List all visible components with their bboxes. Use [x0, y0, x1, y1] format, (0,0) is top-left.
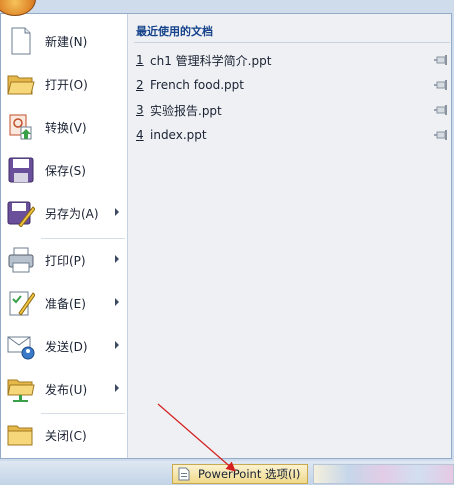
- save-disk-icon: [7, 156, 35, 184]
- recent-documents-pane: 最近使用的文档 1 ch1 管理科学简介.ppt 2 French food.p…: [128, 14, 451, 458]
- recent-document-item[interactable]: 4 index.ppt: [134, 124, 450, 146]
- pin-icon[interactable]: [434, 104, 448, 116]
- submenu-arrow-icon: [115, 208, 119, 216]
- pin-icon[interactable]: [434, 79, 448, 91]
- menu-item-send[interactable]: 发送(D): [1, 325, 127, 367]
- file-commands-menu: 新建(N) 打开(O) 转换(V) 保存(S) 另存为(A) 打印(P) 准备(…: [1, 14, 128, 458]
- recent-document-name: 实验报告.ppt: [150, 103, 222, 118]
- recent-document-number: 1: [136, 53, 144, 67]
- menu-item-label: 转换(V): [45, 120, 87, 135]
- submenu-arrow-icon: [115, 384, 119, 392]
- exit-powerpoint-button[interactable]: [313, 464, 454, 484]
- close-folder-icon: [7, 421, 35, 449]
- submenu-arrow-icon: [115, 298, 119, 306]
- menu-item-label: 发布(U): [45, 382, 88, 397]
- menu-item-label: 另存为(A): [45, 206, 99, 221]
- recent-document-number: 4: [136, 128, 144, 142]
- office-menu-panel: 新建(N) 打开(O) 转换(V) 保存(S) 另存为(A) 打印(P) 准备(…: [0, 13, 452, 459]
- menu-item-prepare[interactable]: 准备(E): [1, 282, 127, 324]
- recent-document-item[interactable]: 2 French food.ppt: [134, 74, 450, 96]
- menu-item-label: 打开(O): [45, 77, 88, 92]
- menu-item-close[interactable]: 关闭(C): [1, 414, 127, 456]
- header-divider: [134, 42, 450, 43]
- recent-document-item[interactable]: 1 ch1 管理科学简介.ppt: [134, 49, 450, 71]
- powerpoint-options-label: PowerPoint 选项(I): [198, 467, 301, 481]
- pin-icon[interactable]: [434, 129, 448, 141]
- powerpoint-options-button[interactable]: PowerPoint 选项(I): [172, 464, 308, 484]
- recent-document-number: 3: [136, 103, 144, 117]
- menu-item-open[interactable]: 打开(O): [1, 63, 127, 105]
- menu-item-publish[interactable]: 发布(U): [1, 368, 127, 410]
- submenu-arrow-icon: [115, 255, 119, 263]
- menu-item-print[interactable]: 打印(P): [1, 239, 127, 281]
- submenu-arrow-icon: [115, 341, 119, 349]
- open-folder-icon: [7, 70, 35, 98]
- menu-item-label: 发送(D): [45, 339, 88, 354]
- recent-document-name: French food.ppt: [150, 78, 244, 92]
- prepare-icon: [7, 289, 35, 317]
- recent-document-item[interactable]: 3 实验报告.ppt: [134, 99, 450, 121]
- printer-icon: [7, 246, 35, 274]
- pin-icon[interactable]: [434, 54, 448, 66]
- menu-item-label: 关闭(C): [45, 428, 87, 443]
- menu-item-label: 新建(N): [45, 34, 88, 49]
- send-icon: [7, 332, 35, 360]
- recent-document-name: index.ppt: [150, 128, 207, 142]
- menu-item-label: 保存(S): [45, 163, 86, 178]
- recent-documents-header: 最近使用的文档: [136, 25, 213, 38]
- menu-item-save-as[interactable]: 另存为(A): [1, 192, 127, 234]
- save-as-icon: [7, 199, 35, 227]
- menu-item-convert[interactable]: 转换(V): [1, 106, 127, 148]
- recent-document-name: ch1 管理科学简介.ppt: [150, 53, 272, 68]
- convert-icon: [7, 113, 35, 141]
- options-document-icon: [178, 467, 190, 481]
- publish-icon: [7, 375, 35, 403]
- menu-item-label: 准备(E): [45, 296, 86, 311]
- new-document-icon: [7, 27, 35, 55]
- menu-item-new[interactable]: 新建(N): [1, 20, 127, 62]
- recent-document-number: 2: [136, 78, 144, 92]
- menu-item-save[interactable]: 保存(S): [1, 149, 127, 191]
- menu-item-label: 打印(P): [45, 253, 86, 268]
